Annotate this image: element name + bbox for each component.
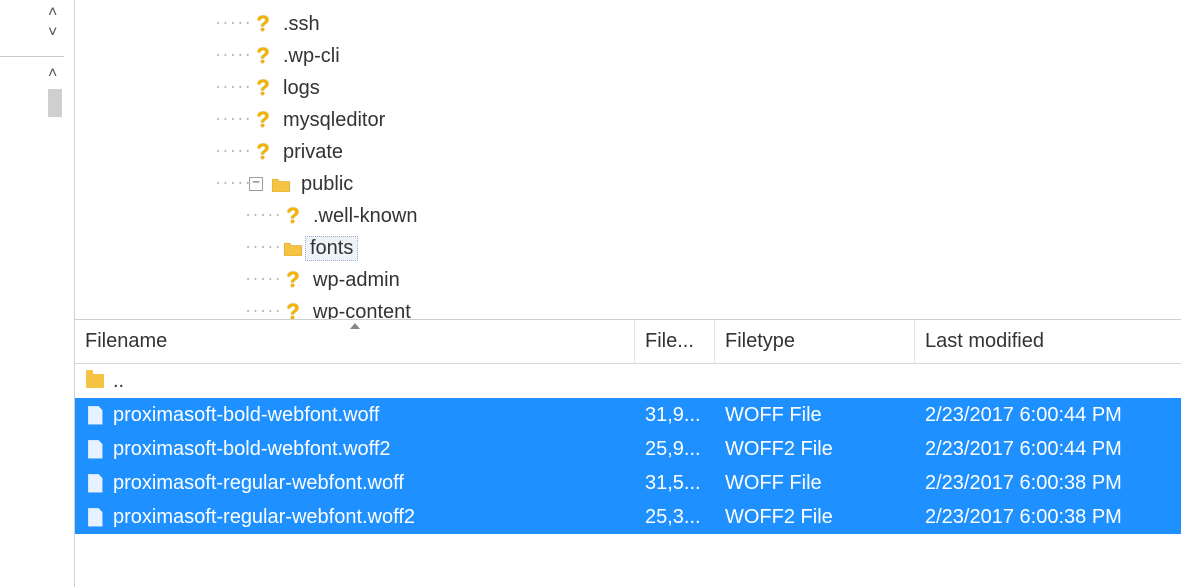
file-row[interactable]: proximasoft-bold-webfont.woff 31,9... WO… xyxy=(75,398,1181,432)
strip-divider xyxy=(0,56,64,57)
file-row[interactable]: proximasoft-bold-webfont.woff2 25,9... W… xyxy=(75,432,1181,466)
tree-item-wp-admin[interactable]: ·····?wp-admin xyxy=(195,264,1181,296)
file-name: proximasoft-regular-webfont.woff2 xyxy=(113,506,415,529)
unknown-folder-icon: ? xyxy=(251,43,275,69)
tree-item-label: private xyxy=(275,141,343,164)
scrollbar-thumb[interactable] xyxy=(48,89,62,117)
unknown-folder-icon: ? xyxy=(281,203,305,229)
file-size: 25,9... xyxy=(635,438,715,461)
tree-item-label: logs xyxy=(275,77,320,100)
folder-icon xyxy=(281,240,305,256)
file-type: WOFF2 File xyxy=(715,438,915,461)
column-header-filetype[interactable]: Filetype xyxy=(715,320,915,363)
tree-item--wp-cli[interactable]: ·····?.wp-cli xyxy=(195,40,1181,72)
folder-tree[interactable]: ·····?.ssh·····?.wp-cli·····?logs·····?m… xyxy=(75,0,1181,320)
tree-item-private[interactable]: ·····?private xyxy=(195,136,1181,168)
tree-item-label: .well-known xyxy=(305,205,417,228)
tree-item-label: wp-admin xyxy=(305,269,400,292)
tree-connector: ····· xyxy=(225,208,281,224)
tree-connector: ····· xyxy=(225,240,281,256)
tree-item-logs[interactable]: ·····?logs xyxy=(195,72,1181,104)
file-type: WOFF File xyxy=(715,404,915,427)
file-size: 25,3... xyxy=(635,506,715,529)
column-header-filename[interactable]: Filename xyxy=(75,320,635,363)
tree-item-label: public xyxy=(293,173,353,196)
scroll-down-icon[interactable]: ˅ xyxy=(48,24,57,42)
unknown-folder-icon: ? xyxy=(251,75,275,101)
column-header-filesize[interactable]: File... xyxy=(635,320,715,363)
strip-arrows-top: ˄ ˅ xyxy=(48,4,57,42)
file-name: proximasoft-regular-webfont.woff xyxy=(113,472,404,495)
tree-item-label: .ssh xyxy=(275,13,320,36)
left-strip: ˄ ˅ ˄ xyxy=(0,0,75,587)
file-icon xyxy=(85,474,105,493)
tree-connector: ····· xyxy=(195,48,251,64)
tree-connector: ····· xyxy=(195,144,251,160)
parent-dir-label: .. xyxy=(113,370,124,393)
tree-connector: ····· xyxy=(225,304,281,320)
file-icon xyxy=(85,440,105,459)
tree-item-mysqleditor[interactable]: ·····?mysqleditor xyxy=(195,104,1181,136)
tree-connector: ····· xyxy=(195,112,251,128)
file-modified: 2/23/2017 6:00:38 PM xyxy=(915,472,1181,495)
file-name: proximasoft-bold-webfont.woff2 xyxy=(113,438,391,461)
unknown-folder-icon: ? xyxy=(251,139,275,165)
file-list-body[interactable]: .. proximasoft-bold-webfont.woff 31,9...… xyxy=(75,364,1181,587)
tree-item-fonts[interactable]: ····· fonts xyxy=(195,232,1181,264)
unknown-folder-icon: ? xyxy=(251,107,275,133)
folder-icon xyxy=(269,176,293,192)
tree-connector: ····· xyxy=(195,16,251,32)
file-modified: 2/23/2017 6:00:44 PM xyxy=(915,404,1181,427)
folder-icon xyxy=(85,374,105,388)
collapse-icon[interactable]: − xyxy=(249,177,263,191)
file-modified: 2/23/2017 6:00:44 PM xyxy=(915,438,1181,461)
tree-item-label: .wp-cli xyxy=(275,45,340,68)
tree-item-public[interactable]: ·····− public xyxy=(195,168,1181,200)
tree-item--ssh[interactable]: ·····?.ssh xyxy=(195,8,1181,40)
file-list-pane: Filename File... Filetype Last modified … xyxy=(75,320,1181,587)
tree-connector: ····· xyxy=(225,272,281,288)
app-root: ˄ ˅ ˄ ·····?.ssh·····?.wp-cli·····?logs·… xyxy=(0,0,1181,587)
file-type: WOFF2 File xyxy=(715,506,915,529)
tree-connector: ····· xyxy=(195,176,251,192)
file-row[interactable]: proximasoft-regular-webfont.woff2 25,3..… xyxy=(75,500,1181,534)
list-header: Filename File... Filetype Last modified xyxy=(75,320,1181,364)
main-area: ·····?.ssh·····?.wp-cli·····?logs·····?m… xyxy=(75,0,1181,587)
tree-item-label: wp-content xyxy=(305,301,411,321)
tree-item-wp-content[interactable]: ·····?wp-content xyxy=(195,296,1181,320)
unknown-folder-icon: ? xyxy=(251,11,275,37)
file-icon xyxy=(85,508,105,527)
remote-tree-pane: ·····?.ssh·····?.wp-cli·····?logs·····?m… xyxy=(75,0,1181,320)
column-header-modified[interactable]: Last modified xyxy=(915,320,1181,363)
file-icon xyxy=(85,406,105,425)
tree-item--well-known[interactable]: ·····?.well-known xyxy=(195,200,1181,232)
scroll-up-icon-2[interactable]: ˄ xyxy=(48,65,57,83)
file-name: proximasoft-bold-webfont.woff xyxy=(113,404,379,427)
file-row[interactable]: proximasoft-regular-webfont.woff 31,5...… xyxy=(75,466,1181,500)
tree-item-label: fonts xyxy=(305,236,358,261)
unknown-folder-icon: ? xyxy=(281,267,305,293)
file-size: 31,9... xyxy=(635,404,715,427)
scroll-up-icon[interactable]: ˄ xyxy=(48,4,57,22)
parent-directory-row[interactable]: .. xyxy=(75,364,1181,398)
tree-item-label: mysqleditor xyxy=(275,109,385,132)
file-modified: 2/23/2017 6:00:38 PM xyxy=(915,506,1181,529)
file-type: WOFF File xyxy=(715,472,915,495)
tree-connector: ····· xyxy=(195,80,251,96)
file-size: 31,5... xyxy=(635,472,715,495)
unknown-folder-icon: ? xyxy=(281,299,305,320)
